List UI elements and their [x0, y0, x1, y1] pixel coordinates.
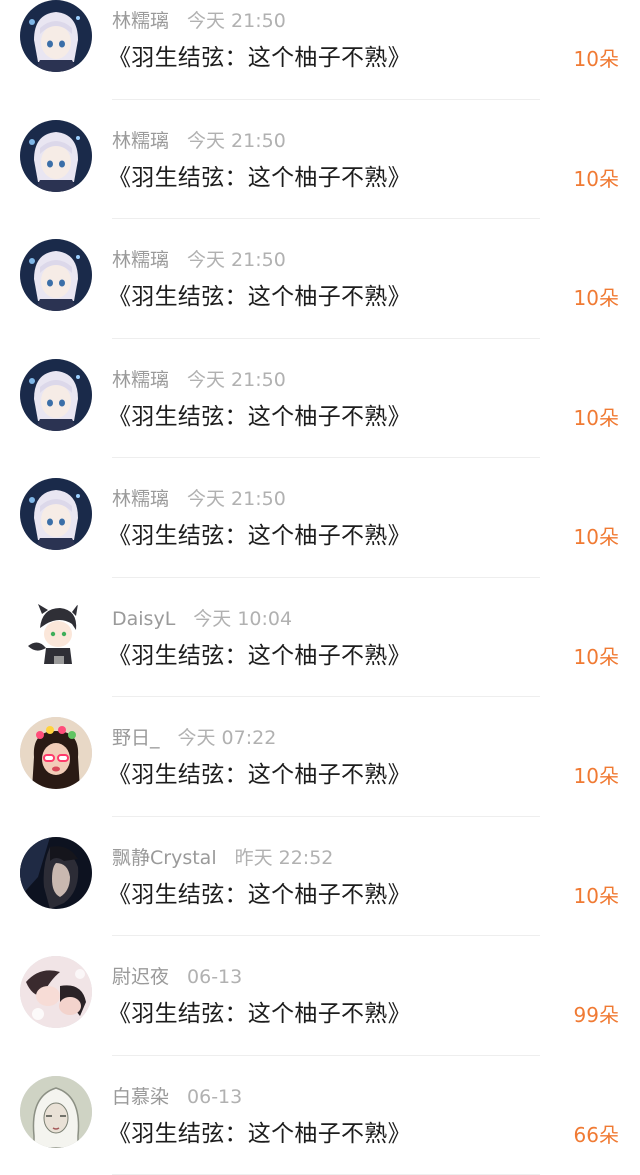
username[interactable]: 林糯璃: [112, 10, 169, 32]
username[interactable]: 林糯璃: [112, 369, 169, 391]
hooded-sketch-avatar-icon: [20, 1076, 92, 1148]
chibi-boy-cat-avatar-icon: [20, 598, 92, 670]
gift-feed-list: 林糯璃今天 21:50 《羽生结弦：这个柚子不熟》 10朵 林糯璃今天 21:5…: [0, 0, 640, 1175]
dark-portrait-avatar-icon: [20, 837, 92, 909]
list-item[interactable]: 林糯璃今天 21:50 《羽生结弦：这个柚子不熟》 10朵: [0, 339, 640, 459]
book-title[interactable]: 《羽生结弦：这个柚子不熟》: [108, 277, 411, 311]
list-item[interactable]: 飘静Crystal 昨天 22:52 《羽生结弦：这个柚子不熟》 10朵: [0, 817, 640, 937]
flower-count: 10朵: [574, 641, 619, 670]
username[interactable]: 林糯璃: [112, 130, 169, 152]
flower-count: 10朵: [574, 402, 619, 431]
list-item[interactable]: 林糯璃今天 21:50 《羽生结弦：这个柚子不熟》 10朵: [0, 458, 640, 578]
book-title[interactable]: 《羽生结弦：这个柚子不熟》: [108, 397, 411, 431]
avatar[interactable]: [20, 837, 92, 909]
couple-illustration-avatar-icon: [20, 956, 92, 1028]
flower-count: 66朵: [574, 1119, 619, 1148]
book-title[interactable]: 《羽生结弦：这个柚子不熟》: [108, 636, 411, 670]
anime-girl-avatar-icon: [20, 359, 92, 431]
anime-girl-avatar-icon: [20, 478, 92, 550]
item-meta: 林糯璃今天 21:50: [112, 245, 286, 272]
book-title[interactable]: 《羽生结弦：这个柚子不熟》: [108, 158, 411, 192]
list-item[interactable]: DaisyL 今天 10:04 《羽生结弦：这个柚子不熟》 10朵: [0, 578, 640, 698]
flower-count: 10朵: [574, 760, 619, 789]
timestamp: 今天 07:22: [178, 727, 277, 749]
flower-count: 10朵: [574, 880, 619, 909]
avatar[interactable]: [20, 478, 92, 550]
book-title[interactable]: 《羽生结弦：这个柚子不熟》: [108, 1114, 411, 1148]
item-meta: 林糯璃今天 21:50: [112, 6, 286, 33]
avatar[interactable]: [20, 120, 92, 192]
timestamp: 今天 21:50: [187, 488, 286, 510]
timestamp: 昨天 22:52: [235, 847, 334, 869]
avatar[interactable]: [20, 598, 92, 670]
username[interactable]: 尉迟夜: [112, 966, 169, 988]
avatar[interactable]: [20, 717, 92, 789]
item-meta: 野日_ 今天 07:22: [112, 723, 276, 750]
book-title[interactable]: 《羽生结弦：这个柚子不熟》: [108, 994, 411, 1028]
book-title[interactable]: 《羽生结弦：这个柚子不熟》: [108, 875, 411, 909]
anime-girl-avatar-icon: [20, 120, 92, 192]
item-meta: 尉迟夜 06-13: [112, 962, 242, 989]
list-item[interactable]: 白慕染 06-13 《羽生结弦：这个柚子不熟》 66朵: [0, 1056, 640, 1175]
avatar[interactable]: [20, 956, 92, 1028]
username[interactable]: DaisyL: [112, 608, 175, 630]
list-item[interactable]: 林糯璃今天 21:50 《羽生结弦：这个柚子不熟》 10朵: [0, 219, 640, 339]
item-meta: 林糯璃今天 21:50: [112, 365, 286, 392]
anime-girl-avatar-icon: [20, 0, 92, 72]
book-title[interactable]: 《羽生结弦：这个柚子不熟》: [108, 516, 411, 550]
avatar[interactable]: [20, 359, 92, 431]
flower-count: 10朵: [574, 43, 619, 72]
timestamp: 06-13: [187, 966, 242, 988]
flower-count: 10朵: [574, 163, 619, 192]
anime-girl-avatar-icon: [20, 239, 92, 311]
list-item[interactable]: 林糯璃今天 21:50 《羽生结弦：这个柚子不熟》 10朵: [0, 0, 640, 100]
book-title[interactable]: 《羽生结弦：这个柚子不熟》: [108, 38, 411, 72]
username[interactable]: 野日_: [112, 727, 160, 749]
girl-flower-crown-avatar-icon: [20, 717, 92, 789]
item-meta: 飘静Crystal 昨天 22:52: [112, 843, 333, 870]
book-title[interactable]: 《羽生结弦：这个柚子不熟》: [108, 755, 411, 789]
avatar[interactable]: [20, 1076, 92, 1148]
timestamp: 今天 10:04: [193, 608, 292, 630]
username[interactable]: 林糯璃: [112, 249, 169, 271]
timestamp: 今天 21:50: [187, 249, 286, 271]
username[interactable]: 飘静Crystal: [112, 847, 217, 869]
list-item[interactable]: 尉迟夜 06-13 《羽生结弦：这个柚子不熟》 99朵: [0, 936, 640, 1056]
list-item[interactable]: 野日_ 今天 07:22 《羽生结弦：这个柚子不熟》 10朵: [0, 697, 640, 817]
flower-count: 10朵: [574, 521, 619, 550]
flower-count: 10朵: [574, 282, 619, 311]
username[interactable]: 白慕染: [112, 1086, 169, 1108]
timestamp: 今天 21:50: [187, 10, 286, 32]
timestamp: 今天 21:50: [187, 130, 286, 152]
avatar[interactable]: [20, 0, 92, 72]
item-meta: DaisyL 今天 10:04: [112, 604, 292, 631]
item-meta: 林糯璃今天 21:50: [112, 126, 286, 153]
timestamp: 06-13: [187, 1086, 242, 1108]
item-meta: 白慕染 06-13: [112, 1082, 242, 1109]
item-meta: 林糯璃今天 21:50: [112, 484, 286, 511]
flower-count: 99朵: [574, 999, 619, 1028]
list-item[interactable]: 林糯璃今天 21:50 《羽生结弦：这个柚子不熟》 10朵: [0, 100, 640, 220]
timestamp: 今天 21:50: [187, 369, 286, 391]
avatar[interactable]: [20, 239, 92, 311]
username[interactable]: 林糯璃: [112, 488, 169, 510]
